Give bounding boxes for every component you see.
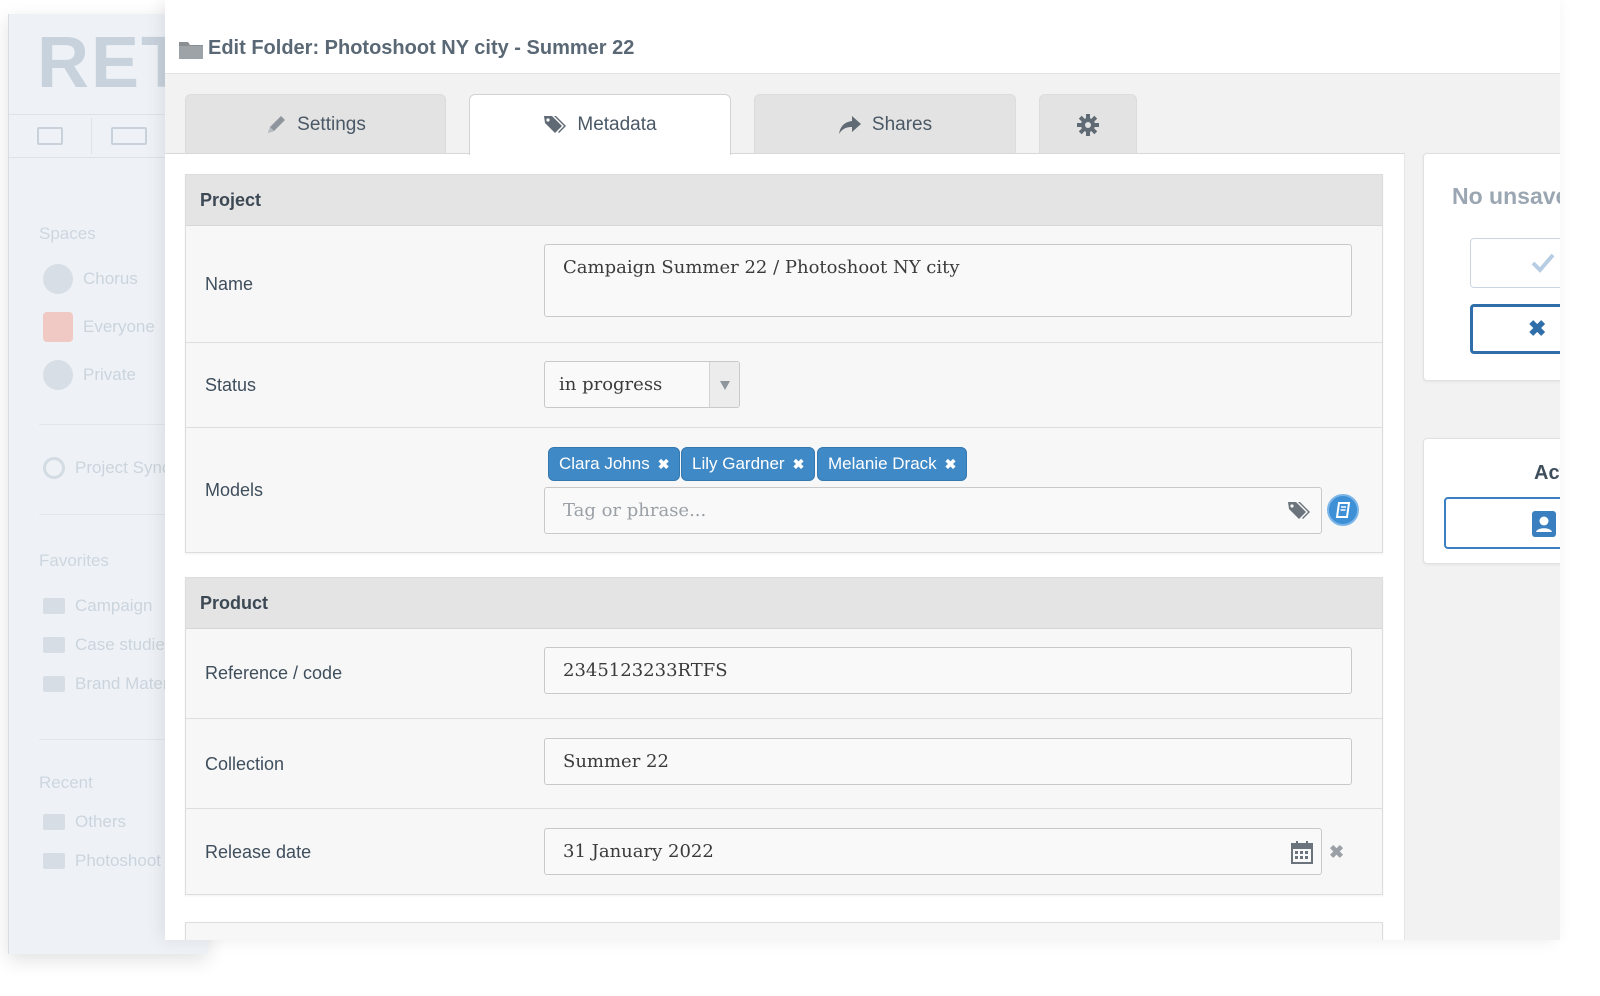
folder-icon [43, 853, 65, 869]
models-tag-input[interactable]: Tag or phrase... [544, 487, 1322, 534]
divider [39, 739, 179, 740]
tag-library-button[interactable] [1327, 494, 1359, 526]
name-row: Name Campaign Summer 22 / Photoshoot NY … [186, 226, 1382, 343]
actions-card: Act [1423, 438, 1560, 564]
model-tag[interactable]: Lily Gardner ✖ [681, 447, 816, 481]
metadata-content: Project Name Campaign Summer 22 / Photos… [165, 153, 1405, 940]
grid-view-icon [111, 127, 147, 145]
sync-icon [43, 457, 65, 479]
toolbar-divider [91, 118, 92, 154]
divider [39, 514, 179, 515]
model-tag[interactable]: Clara Johns ✖ [548, 447, 681, 481]
save-status-card: No unsave ✖ [1423, 153, 1560, 381]
collection-row: Collection Summer 22 [186, 719, 1382, 809]
gear-icon [1077, 113, 1099, 136]
favorite-item[interactable]: Campaign [43, 596, 153, 616]
project-heading: Project [186, 175, 1382, 226]
remove-tag-icon[interactable]: ✖ [658, 456, 670, 473]
reference-field[interactable]: 2345123233RTFS [544, 647, 1352, 694]
save-button[interactable] [1470, 238, 1560, 288]
tags-icon [1288, 502, 1310, 519]
release-date-label: Release date [205, 842, 312, 862]
reference-label: Reference / code [205, 663, 343, 683]
favorites-heading: Favorites [39, 551, 109, 570]
tab-metadata[interactable]: Metadata [469, 94, 731, 155]
share-arrow-icon [838, 115, 861, 134]
calendar-icon[interactable] [1291, 840, 1313, 864]
space-avatar [43, 360, 73, 390]
release-date-row: Release date 31 January 2022 ✖ [186, 809, 1382, 894]
close-icon: ✖ [1528, 316, 1547, 341]
tab-label: Metadata [577, 114, 657, 135]
space-item[interactable]: Private [43, 360, 136, 390]
folder-icon [43, 676, 65, 692]
remove-tag-icon[interactable]: ✖ [793, 456, 805, 473]
status-select[interactable]: in progress [544, 361, 740, 408]
collection-label: Collection [205, 754, 285, 774]
clear-date-icon[interactable]: ✖ [1329, 842, 1344, 863]
recent-heading: Recent [39, 773, 93, 792]
save-status-text: No unsave [1452, 183, 1560, 209]
tab-label: Shares [871, 113, 933, 135]
folder-icon [43, 598, 65, 614]
reference-row: Reference / code 2345123233RTFS [186, 629, 1382, 719]
chevron-down-icon [709, 362, 739, 407]
pencil-icon [268, 115, 286, 133]
space-avatar [43, 264, 73, 294]
spaces-heading: Spaces [39, 224, 96, 243]
product-panel: Product Reference / code 2345123233RTFS … [185, 577, 1383, 895]
release-date-field[interactable]: 31 January 2022 [544, 828, 1322, 875]
book-icon [1335, 502, 1351, 518]
edit-folder-dialog: Edit Folder: Photoshoot NY city - Summer… [165, 0, 1560, 940]
status-row: Status in progress [186, 343, 1382, 428]
divider [39, 424, 179, 425]
tab-label: Settings [297, 113, 366, 135]
contact-card-button[interactable] [1444, 497, 1560, 549]
favorite-item[interactable]: Case studies [43, 635, 173, 655]
space-avatar [43, 312, 73, 342]
name-label: Name [205, 274, 254, 294]
remove-tag-icon[interactable]: ✖ [945, 456, 957, 473]
recent-item[interactable]: Photoshoot [43, 851, 161, 871]
space-item[interactable]: Everyone [43, 312, 155, 342]
tab-shares[interactable]: Shares [754, 94, 1016, 154]
cancel-button[interactable]: ✖ [1470, 304, 1560, 354]
product-heading: Product [186, 578, 1382, 629]
recent-item[interactable]: Others [43, 812, 126, 832]
tags-icon [544, 116, 567, 133]
dialog-title: Edit Folder: Photoshoot NY city - Summer… [208, 37, 635, 59]
project-sync-item[interactable]: Project Sync [43, 457, 170, 479]
space-item[interactable]: Chorus [43, 264, 138, 294]
name-field[interactable]: Campaign Summer 22 / Photoshoot NY city [544, 244, 1352, 317]
actions-title: Act [1534, 462, 1560, 484]
folder-icon [179, 42, 203, 59]
models-row: Models Clara Johns ✖ Lily Gardner ✖ Melani… [186, 428, 1382, 552]
tab-advanced-settings[interactable] [1039, 94, 1137, 154]
status-label: Status [205, 375, 257, 395]
contact-card-icon [1532, 511, 1556, 537]
next-panel [185, 922, 1383, 940]
tab-settings[interactable]: Settings [185, 94, 446, 154]
models-label: Models [205, 480, 264, 500]
project-panel: Project Name Campaign Summer 22 / Photos… [185, 174, 1383, 553]
folder-icon [43, 637, 65, 653]
folder-icon [43, 814, 65, 830]
dialog-header: Edit Folder: Photoshoot NY city - Summer… [165, 0, 1560, 74]
sidebar-toggle-icon [37, 127, 63, 145]
collection-field[interactable]: Summer 22 [544, 738, 1352, 785]
favorite-item[interactable]: Brand Mater [43, 674, 169, 694]
check-icon [1531, 253, 1555, 273]
model-tag[interactable]: Melanie Drack ✖ [817, 447, 968, 481]
